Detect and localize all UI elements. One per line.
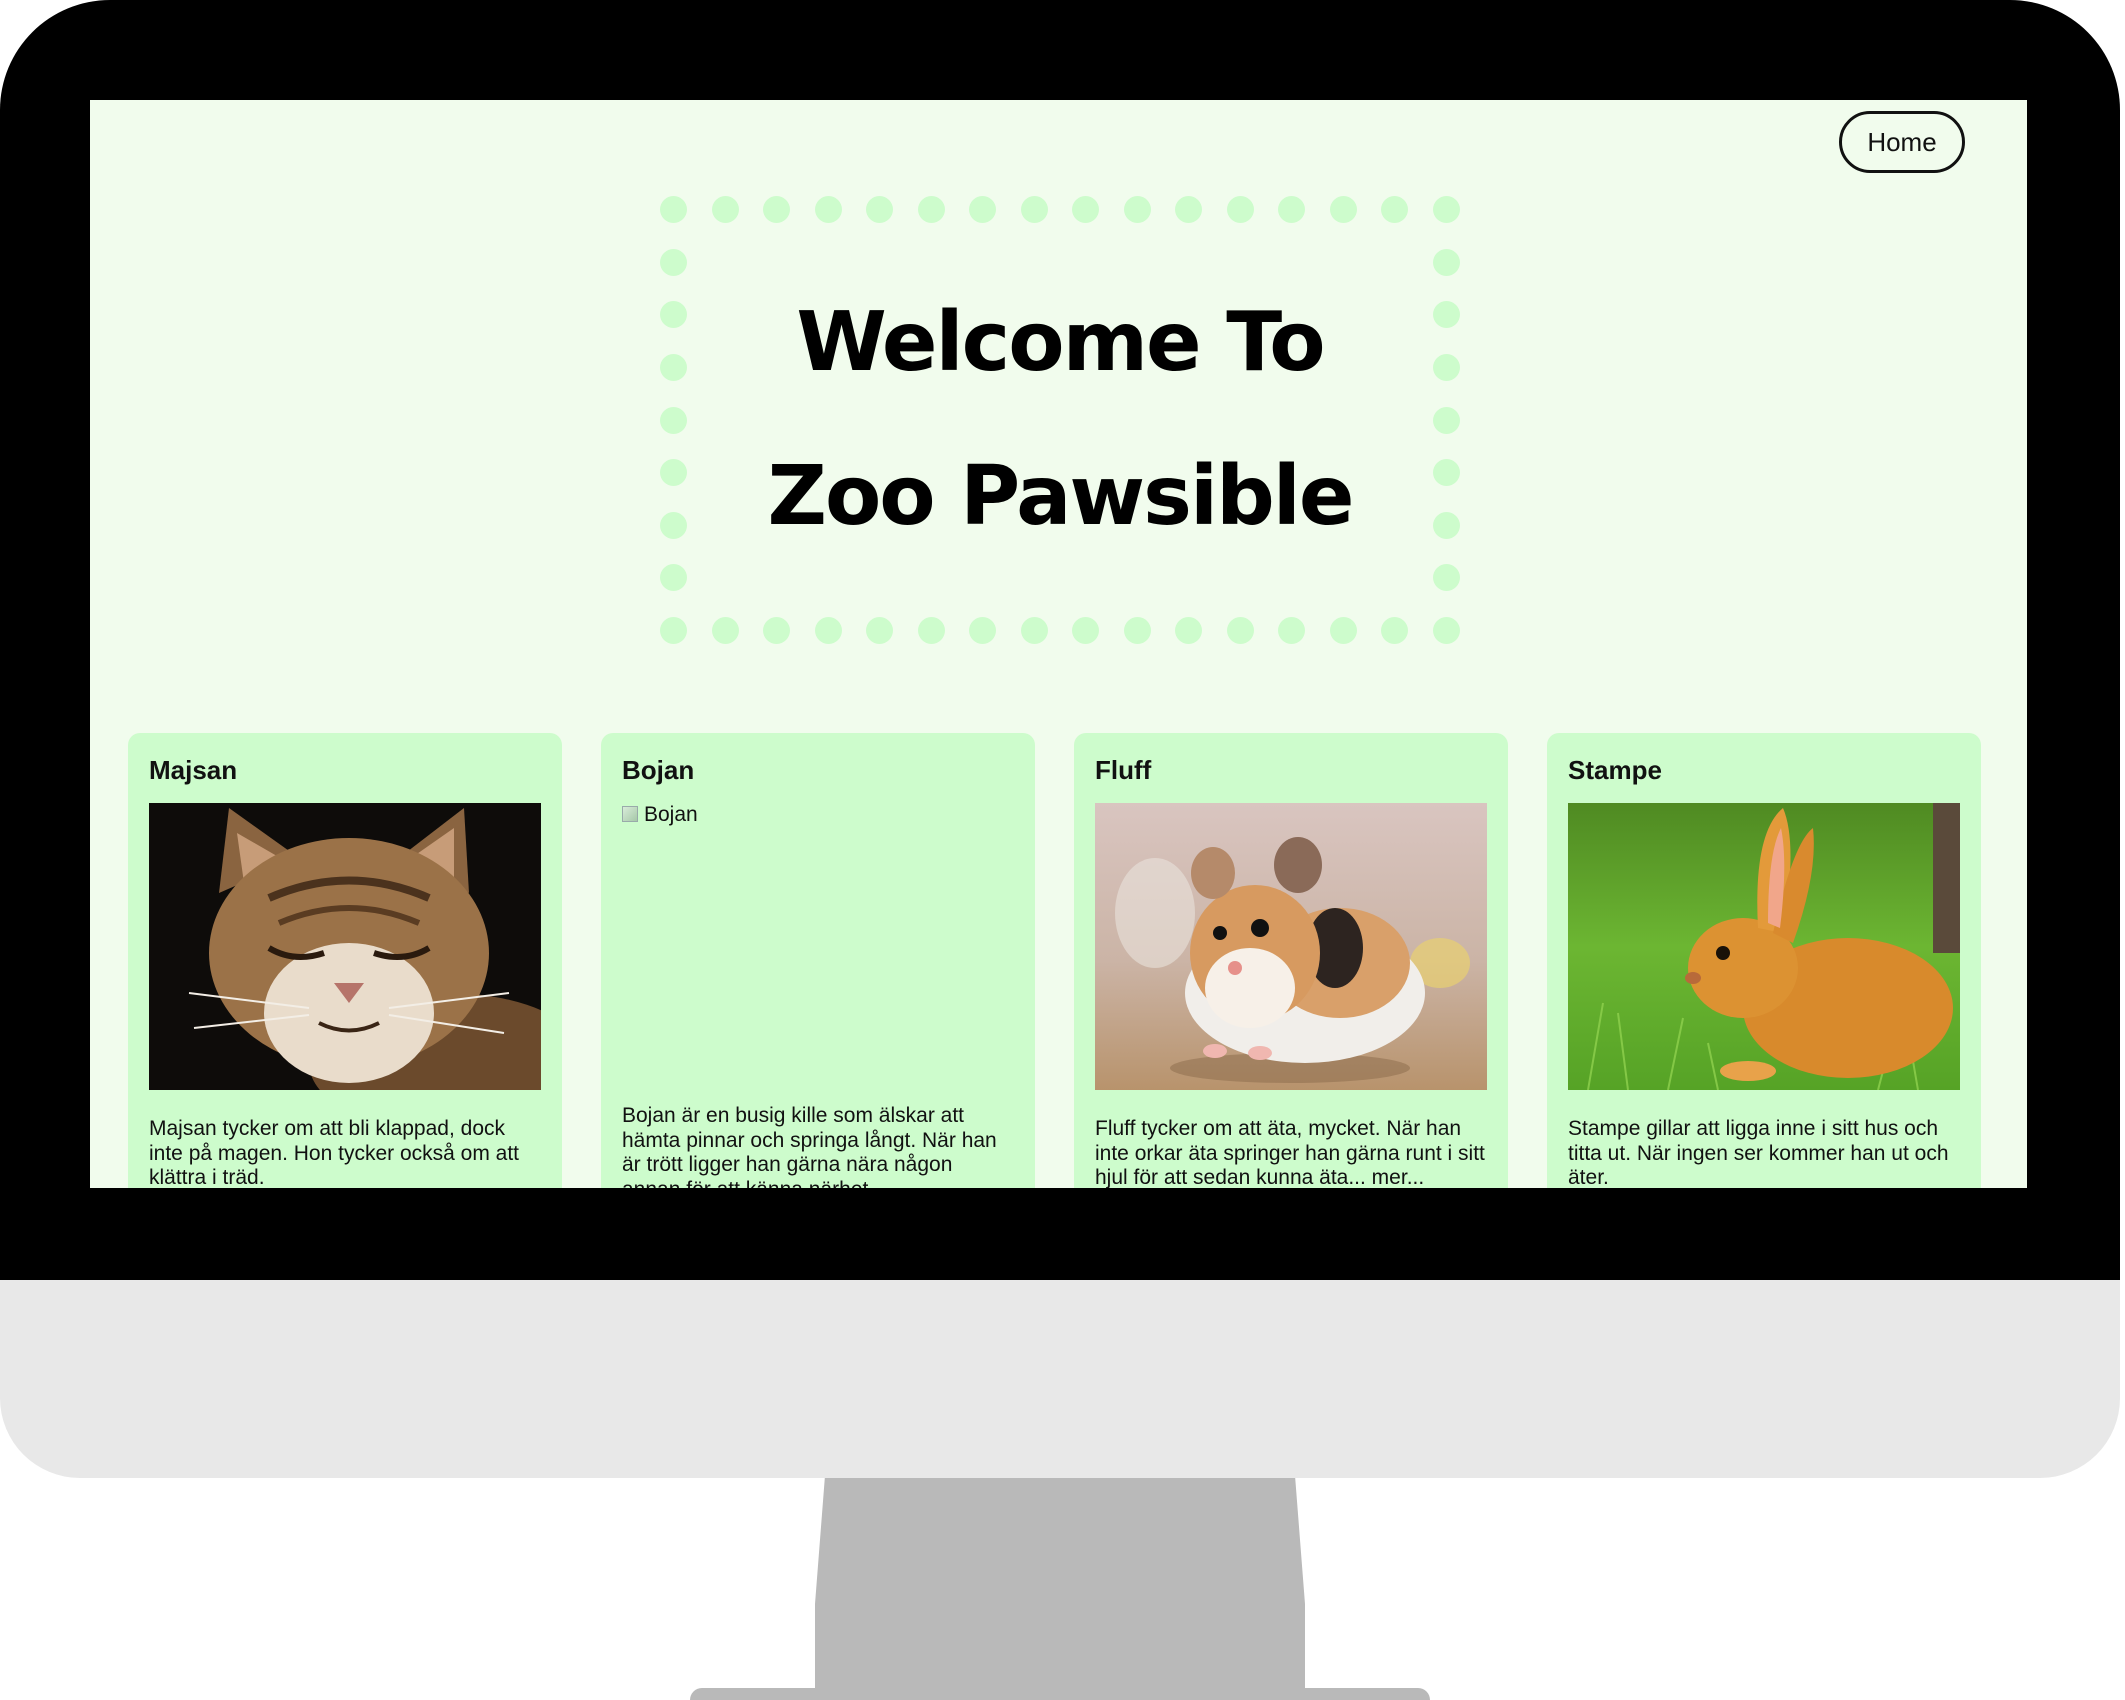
animal-description: Fluff tycker om att äta, mycket. När han…	[1095, 1117, 1485, 1188]
hamster-photo	[1095, 803, 1487, 1090]
animal-cards: Majsan Majsan tycker om att bli klappad,…	[128, 733, 1990, 1188]
home-button[interactable]: Home	[1839, 111, 1965, 173]
animal-name: Bojan	[622, 755, 695, 785]
animal-name: Stampe	[1568, 755, 1662, 785]
animal-card-stampe[interactable]: Stampe Stampe gillar att ligga inne i si…	[1547, 733, 1981, 1188]
animal-description: Majsan tycker om att bli klappad, dock i…	[149, 1117, 520, 1188]
animal-card-majsan[interactable]: Majsan Majsan tycker om att bli klappad,…	[128, 733, 562, 1188]
page-title: Welcome To Zoo Pawsible	[660, 196, 1460, 644]
rabbit-photo	[1568, 803, 1960, 1090]
animal-name: Fluff	[1095, 755, 1152, 785]
broken-image-icon	[622, 806, 638, 822]
title-line-2: Zoo Pawsible	[767, 449, 1355, 544]
title-line-1: Welcome To	[796, 295, 1325, 390]
monitor-chin	[0, 1280, 2120, 1478]
monitor-foot	[690, 1688, 1430, 1700]
image-alt-text: Bojan	[644, 803, 698, 826]
hero-banner: Welcome To Zoo Pawsible	[660, 196, 1460, 644]
animal-card-fluff[interactable]: Fluff Fluff tycker om att äta, mycket. N…	[1074, 733, 1508, 1188]
monitor-stand	[815, 1478, 1305, 1688]
broken-image: Bojan	[622, 803, 1014, 1090]
animal-card-bojan[interactable]: Bojan Bojan Bojan är en busig kille som …	[601, 733, 1035, 1188]
cat-photo	[149, 803, 541, 1090]
animal-name: Majsan	[149, 755, 238, 785]
web-page: Home Welcome To Zoo Pawsible Majsan Majs…	[90, 100, 2027, 1188]
animal-description: Bojan är en busig kille som älskar att h…	[622, 1104, 997, 1188]
animal-description: Stampe gillar att ligga inne i sitt hus …	[1568, 1117, 1949, 1188]
